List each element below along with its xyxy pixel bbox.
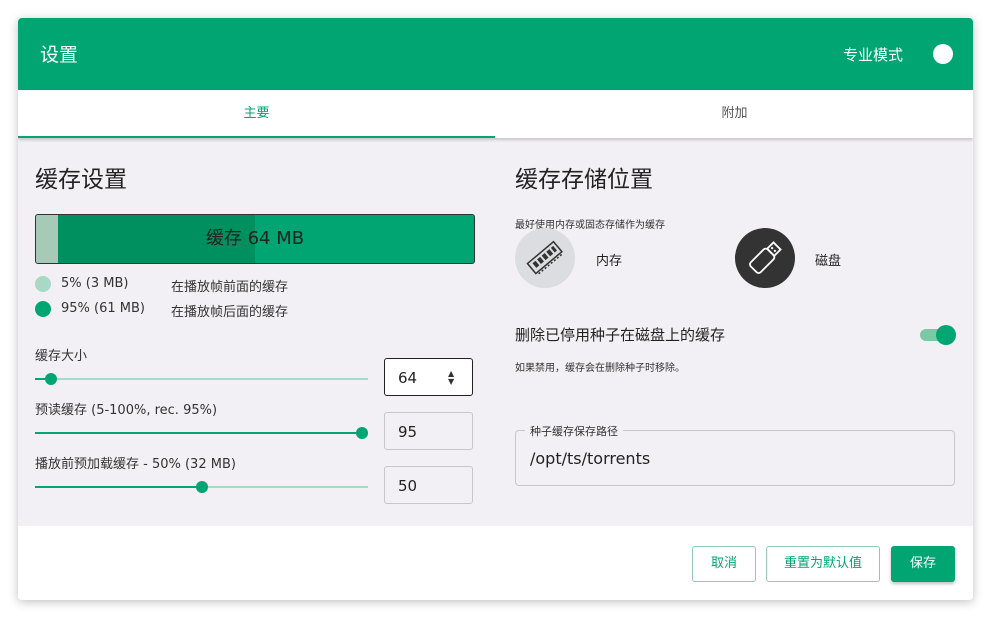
delete-cache-label: 删除已停用种子在磁盘上的缓存 [515, 326, 726, 344]
dialog-title: 设置 [40, 44, 79, 66]
storage-title: 缓存存储位置 [515, 167, 653, 193]
readahead-slider[interactable] [35, 427, 368, 439]
readahead-label: 预读缓存 (5-100%, rec. 95%) [35, 403, 218, 418]
usb-drive-icon [749, 241, 782, 274]
legend-before-dot [35, 276, 51, 292]
pro-mode-label: 专业模式 [842, 46, 903, 64]
delete-cache-hint: 如果禁用，缓存会在删除种子时移除。 [515, 363, 685, 374]
slider-fill [35, 486, 202, 488]
legend-after-dot [35, 301, 51, 317]
memory-label[interactable]: 内存 [596, 250, 622, 269]
toggle-knob [936, 325, 956, 345]
dialog-header: 设置 专业模式 [18, 18, 973, 90]
preload-input[interactable]: 50 [384, 466, 473, 504]
slider-track [35, 378, 368, 380]
pro-mode-toggle[interactable] [933, 44, 953, 64]
cache-path-legend: 种子缓存保存路径 [525, 423, 623, 439]
reset-defaults-button[interactable]: 重置为默认值 [766, 546, 880, 582]
cache-settings-title: 缓存设置 [35, 167, 127, 193]
cache-size-label: 缓存大小 [35, 349, 88, 364]
readahead-input[interactable]: 95 [384, 412, 473, 450]
memory-option[interactable] [515, 228, 575, 288]
tab-main[interactable]: 主要 [18, 90, 495, 138]
cache-size-value: 64 [398, 369, 418, 387]
dialog-footer: 取消 重置为默认值 保存 [18, 526, 973, 600]
spinner-icon[interactable]: ▲ ▼ [448, 370, 458, 386]
cache-size-input[interactable]: 64 ▲ ▼ [384, 358, 473, 396]
cache-usage-bar: 缓存 64 MB [35, 214, 475, 264]
settings-content: 缓存设置 缓存 64 MB 5% (3 MB) 在播放帧前面的缓存 95% (6… [18, 138, 973, 526]
disk-option[interactable] [735, 228, 795, 288]
cache-path-field[interactable]: 种子缓存保存路径 /opt/ts/torrents [515, 423, 955, 486]
legend-before-desc: 在播放帧前面的缓存 [171, 280, 289, 295]
settings-dialog: 设置 专业模式 主要 附加 缓存设置 缓存 64 MB 5% (3 MB) 在播… [18, 18, 973, 600]
preload-slider[interactable] [35, 481, 368, 493]
slider-thumb[interactable] [196, 481, 208, 493]
legend-after-desc: 在播放帧后面的缓存 [171, 305, 289, 320]
cache-path-value[interactable]: /opt/ts/torrents [530, 449, 650, 468]
cancel-button[interactable]: 取消 [692, 546, 756, 582]
slider-fill [35, 432, 362, 434]
tab-bar: 主要 附加 [18, 90, 973, 138]
legend-after-percent: 95% (61 MB) [61, 301, 145, 316]
cache-size-slider[interactable] [35, 373, 368, 385]
slider-thumb[interactable] [356, 427, 368, 439]
tab-extra[interactable]: 附加 [496, 90, 973, 138]
disk-label[interactable]: 磁盘 [815, 250, 841, 269]
preload-label: 播放前预加载缓存 - 50% (32 MB) [35, 457, 236, 472]
cache-bar-label: 缓存 64 MB [205, 228, 305, 249]
delete-cache-toggle[interactable] [920, 325, 956, 345]
memory-icon [526, 240, 563, 275]
slider-thumb[interactable] [45, 373, 57, 385]
save-button[interactable]: 保存 [891, 546, 955, 582]
legend-before-percent: 5% (3 MB) [61, 276, 129, 291]
